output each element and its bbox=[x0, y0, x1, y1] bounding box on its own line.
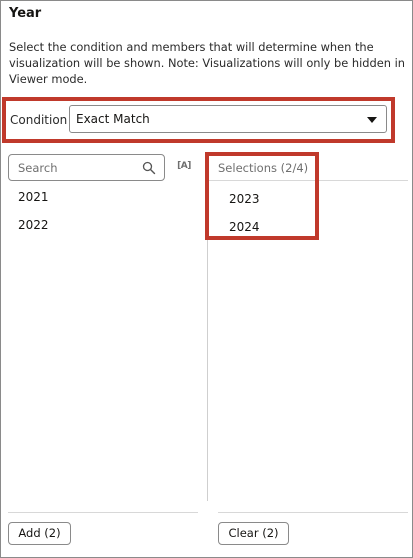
panel-title: Year bbox=[9, 6, 42, 21]
footer-divider bbox=[218, 512, 408, 513]
condition-value: Exact Match bbox=[76, 112, 150, 126]
search-input[interactable]: Search bbox=[8, 154, 165, 181]
add-button[interactable]: Add (2) bbox=[8, 522, 71, 545]
panel-description: Select the condition and members that wi… bbox=[9, 40, 405, 86]
list-item[interactable]: 2024 bbox=[209, 213, 315, 241]
selected-members-list: 2023 2024 bbox=[209, 185, 315, 241]
selections-highlight: Selections (2/4) 2023 2024 bbox=[205, 152, 319, 240]
selections-header: Selections (2/4) bbox=[218, 161, 309, 175]
condition-label: Condition bbox=[10, 113, 68, 127]
available-members-list: 2021 2022 bbox=[8, 183, 198, 239]
search-icon[interactable] bbox=[142, 161, 156, 175]
list-item[interactable]: 2021 bbox=[8, 183, 198, 211]
sort-alpha-icon[interactable]: [A] bbox=[176, 159, 192, 173]
list-item[interactable]: 2023 bbox=[209, 185, 315, 213]
condition-highlight: Condition Exact Match bbox=[2, 97, 395, 143]
search-placeholder: Search bbox=[18, 161, 58, 175]
condition-select[interactable]: Exact Match bbox=[69, 105, 387, 133]
clear-button[interactable]: Clear (2) bbox=[218, 522, 289, 545]
footer-divider bbox=[8, 512, 198, 513]
list-item[interactable]: 2022 bbox=[8, 211, 198, 239]
chevron-down-icon bbox=[367, 117, 377, 123]
